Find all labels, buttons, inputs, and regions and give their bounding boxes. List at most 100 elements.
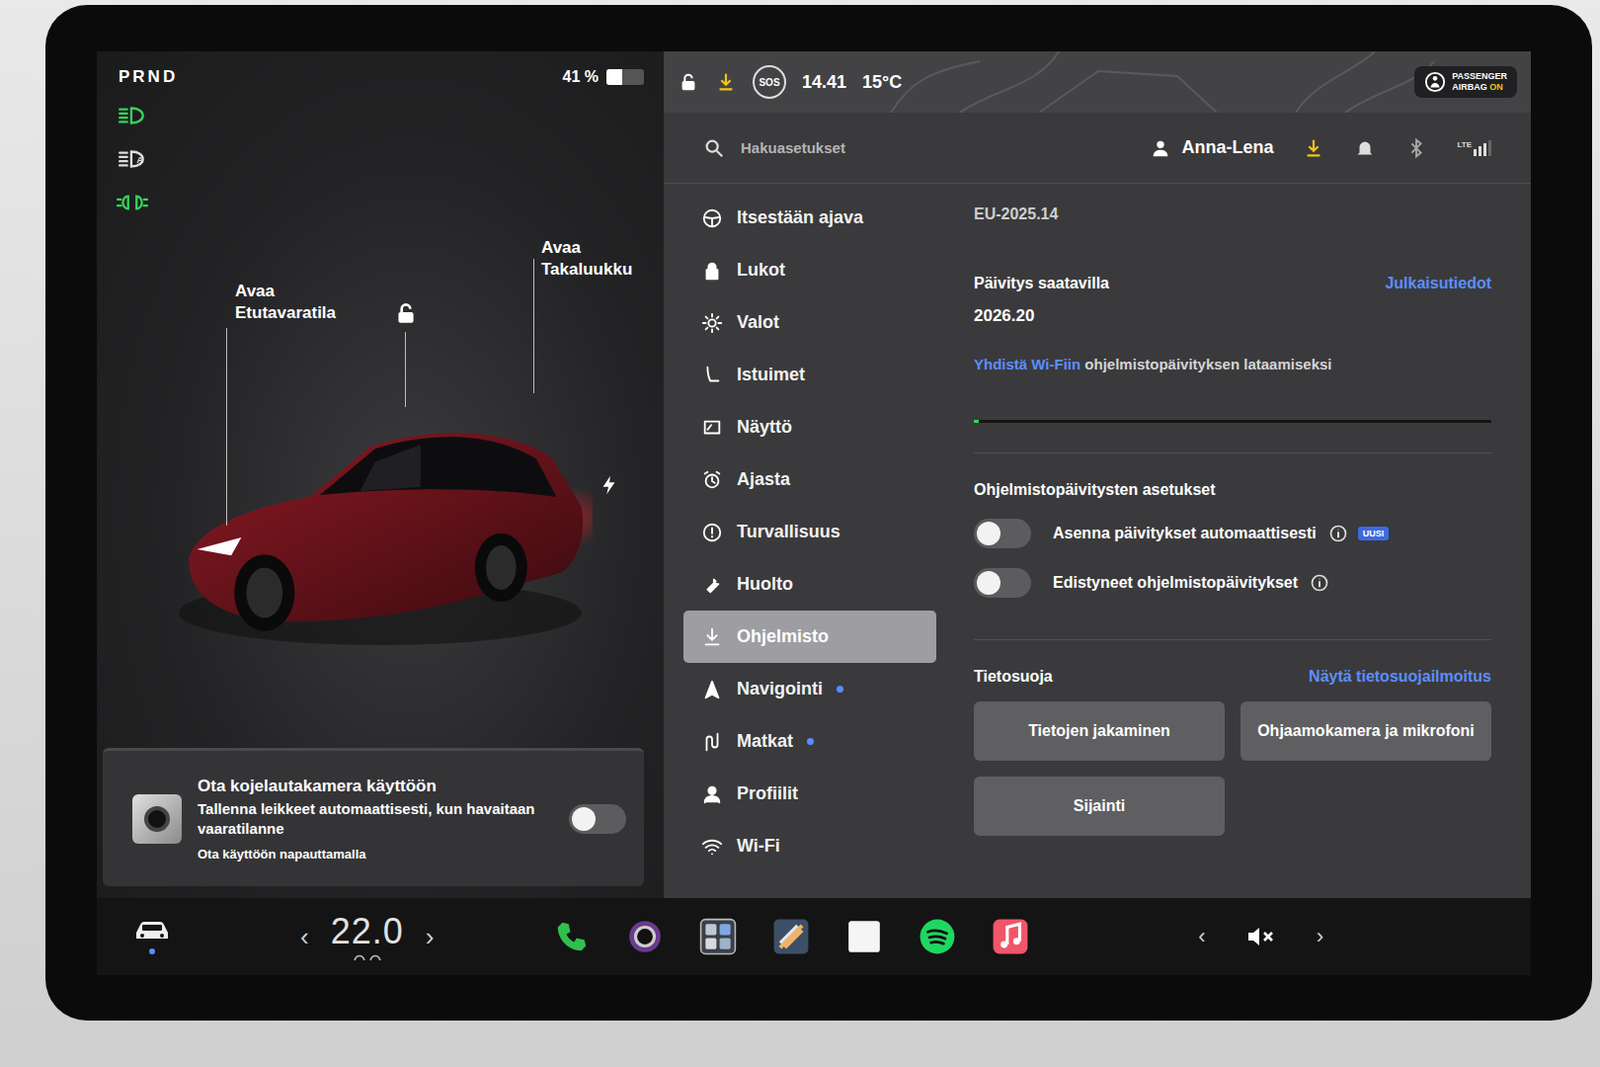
connect-wifi-link[interactable]: Yhdistä Wi-Fiin xyxy=(973,355,1081,373)
dashcam-card[interactable]: Ota kojelautakamera käyttöönTallenna lei… xyxy=(102,747,644,886)
menu-item[interactable]: Huolto xyxy=(683,558,937,611)
seat-icon xyxy=(701,364,723,387)
new-badge: UUSI xyxy=(1358,526,1390,541)
setting-row: Edistyneet ohjelmistopäivitykset xyxy=(973,567,1492,598)
notification-dot xyxy=(836,685,844,693)
navigation-icon xyxy=(701,678,723,701)
spotify-icon[interactable] xyxy=(917,916,958,957)
settings-search[interactable]: Hakuasetukset xyxy=(703,137,846,160)
muted-speaker-icon[interactable] xyxy=(1245,924,1278,949)
car-image xyxy=(167,386,593,648)
airbag-icon xyxy=(1424,71,1446,93)
car-view: A AvaaEtutavaratila AvaaTakaluukku xyxy=(96,94,664,748)
battery-status: 41 % xyxy=(562,68,644,86)
camera-icon[interactable] xyxy=(625,916,665,957)
settings-panel: SOS 14.41 15°C PASSENGERAIRBAG ON Hakuasetuk… xyxy=(663,51,1531,898)
open-frunk-button[interactable]: AvaaEtutavaratila xyxy=(235,280,336,324)
search-icon xyxy=(703,137,725,160)
temp-up-button[interactable]: › xyxy=(425,923,435,950)
service-icon xyxy=(701,573,723,596)
schedule-icon xyxy=(701,469,723,491)
setting-row: Asenna päivitykset automaattisestiUUSI xyxy=(973,518,1492,549)
software-page: EU-2025.14Päivitys saatavillaJulkaisutie… xyxy=(950,183,1531,898)
toybox-icon[interactable] xyxy=(771,916,811,957)
open-trunk-button[interactable]: AvaaTakaluukku xyxy=(541,237,633,281)
menu-item[interactable]: Ohjelmisto xyxy=(683,610,937,663)
charge-port-icon[interactable] xyxy=(598,472,621,498)
profile-button[interactable]: Anna-Lena xyxy=(1149,137,1274,160)
bluetooth-icon[interactable] xyxy=(1405,137,1428,160)
outside-temperature: 15°C xyxy=(862,72,902,93)
info-icon[interactable] xyxy=(1328,523,1349,544)
svg-text:A: A xyxy=(136,154,144,165)
headlights-icon[interactable] xyxy=(116,102,149,129)
setting-toggle[interactable] xyxy=(973,518,1032,549)
gear-selector: PRND xyxy=(118,67,178,87)
menu-item[interactable]: Lukot xyxy=(683,243,937,297)
info-icon[interactable] xyxy=(1309,572,1330,593)
climate-control: ‹ 22.0 › xyxy=(300,910,434,962)
seat-heater-icon[interactable] xyxy=(352,952,383,962)
profiles-icon xyxy=(701,783,723,805)
menu-item[interactable]: Valot xyxy=(683,296,937,349)
download-icon[interactable] xyxy=(715,71,737,93)
menu-item[interactable]: Wi-Fi xyxy=(683,819,937,873)
lock-icon xyxy=(701,259,723,282)
settings-menu: Itsestään ajavaLukotValotIstuimetNäyttöA… xyxy=(663,183,951,898)
parking-lights-icon[interactable] xyxy=(116,189,149,216)
software-icon xyxy=(701,626,723,648)
wifi-icon xyxy=(701,835,723,858)
sos-button[interactable]: SOS xyxy=(752,65,787,99)
notes-icon[interactable] xyxy=(844,916,884,957)
new-version: 2026.20 xyxy=(973,306,1492,326)
bell-icon[interactable] xyxy=(1354,137,1376,160)
screen: PRND 41 % A AvaaEtutavaratila AvaaTakaluukku… xyxy=(96,51,1531,975)
setting-toggle[interactable] xyxy=(973,567,1032,598)
phone-icon[interactable] xyxy=(552,916,592,957)
passenger-airbag-badge: PASSENGERAIRBAG ON xyxy=(1414,66,1518,98)
release-notes-link[interactable]: Julkaisutiedot xyxy=(1384,274,1492,293)
menu-item[interactable]: Navigointi xyxy=(683,662,937,716)
apps-icon[interactable] xyxy=(698,916,738,957)
battery-icon xyxy=(606,69,644,85)
steering-icon xyxy=(701,207,723,230)
unlocked-icon[interactable] xyxy=(677,71,700,93)
unlocked-icon[interactable] xyxy=(393,300,419,326)
privacy-button[interactable]: Tietojen jakaminen xyxy=(973,701,1225,761)
volume-control: ‹› xyxy=(1198,924,1492,949)
privacy-notice-link[interactable]: Näytä tietosuojailmoitus xyxy=(1308,667,1492,686)
car-icon xyxy=(132,918,172,943)
page: PRND 41 % A AvaaEtutavaratila AvaaTakaluukku… xyxy=(0,0,1600,1067)
menu-item[interactable]: Profiilit xyxy=(683,767,937,820)
download-icon[interactable] xyxy=(1302,137,1325,160)
menu-item[interactable]: Matkat xyxy=(683,715,937,768)
menu-item[interactable]: Turvallisuus xyxy=(683,505,937,559)
vehicle-panel: PRND 41 % A AvaaEtutavaratila AvaaTakaluukku… xyxy=(96,51,664,898)
menu-item[interactable]: Ajasta xyxy=(683,453,937,506)
dashcam-toggle[interactable] xyxy=(568,803,627,834)
notification-dot xyxy=(806,737,814,745)
camera-icon xyxy=(132,794,182,844)
person-icon xyxy=(1149,137,1172,160)
dock: ‹22.0›‹› xyxy=(96,897,1531,975)
privacy-button[interactable]: Sijainti xyxy=(973,776,1225,836)
lights-icon xyxy=(701,312,723,334)
music-icon[interactable] xyxy=(990,916,1031,957)
car-button[interactable] xyxy=(122,918,182,955)
menu-item[interactable]: Itsestään ajava xyxy=(683,191,937,244)
volume-down-button[interactable]: ‹ xyxy=(1198,925,1205,948)
auto-high-beam-icon[interactable]: A xyxy=(116,146,149,172)
menu-item[interactable]: Istuimet xyxy=(683,348,937,401)
display-icon xyxy=(701,416,723,439)
temp-down-button[interactable]: ‹ xyxy=(300,923,310,950)
map-preview xyxy=(663,51,1531,113)
display-bezel: PRND 41 % A AvaaEtutavaratila AvaaTakaluukku… xyxy=(45,4,1593,1021)
privacy-button[interactable]: Ohjaamokamera ja mikrofoni xyxy=(1240,701,1492,761)
clock: 14.41 xyxy=(801,72,847,93)
volume-up-button[interactable]: › xyxy=(1316,925,1324,948)
cabin-temperature[interactable]: 22.0 xyxy=(330,910,404,953)
status-bar: SOS 14.41 15°C PASSENGERAIRBAG ON xyxy=(663,51,1531,113)
current-version: EU-2025.14 xyxy=(973,205,1492,224)
trips-icon xyxy=(701,730,723,753)
menu-item[interactable]: Näyttö xyxy=(683,400,937,454)
